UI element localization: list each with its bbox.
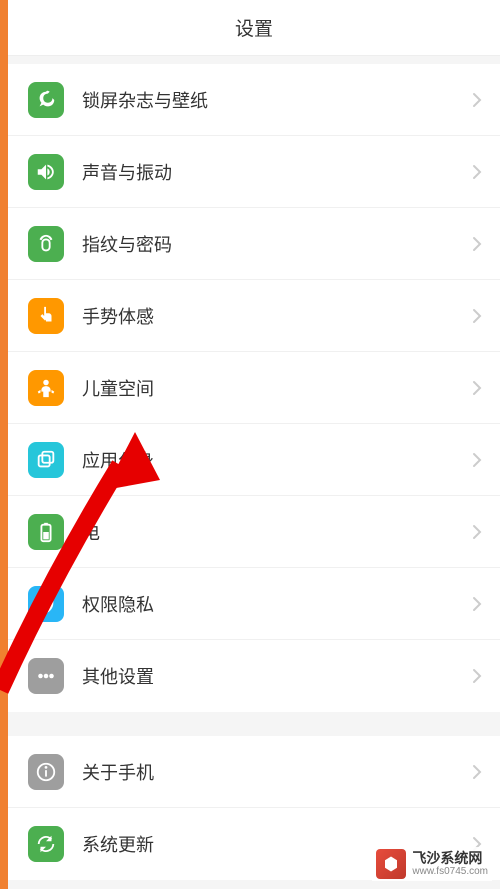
settings-item-label: 儿童空间 — [82, 375, 472, 401]
settings-item-label: 锁屏杂志与壁纸 — [82, 87, 472, 113]
clone-icon — [28, 442, 64, 478]
watermark-url: www.fs0745.com — [412, 866, 488, 878]
privacy-icon — [28, 586, 64, 622]
settings-item-gesture[interactable]: 手势体感 — [8, 280, 500, 352]
settings-item-label: 其他设置 — [82, 663, 472, 689]
chevron-right-icon — [472, 524, 482, 540]
chevron-right-icon — [472, 452, 482, 468]
battery-icon — [28, 514, 64, 550]
child-icon — [28, 370, 64, 406]
settings-item-label: 声音与振动 — [82, 159, 472, 185]
settings-header: 设置 — [8, 0, 500, 56]
settings-item-clone[interactable]: 应用分身 — [8, 424, 500, 496]
wallpaper-icon — [28, 82, 64, 118]
chevron-right-icon — [472, 380, 482, 396]
chevron-right-icon — [472, 308, 482, 324]
page-title: 设置 — [235, 14, 273, 41]
settings-item-battery[interactable]: 电 — [8, 496, 500, 568]
watermark-logo-icon — [376, 849, 406, 879]
watermark: 飞沙系统网 www.fs0745.com — [372, 847, 492, 881]
settings-item-label: 关于手机 — [82, 759, 472, 785]
settings-item-fingerprint[interactable]: 指纹与密码 — [8, 208, 500, 280]
settings-item-more[interactable]: 其他设置 — [8, 640, 500, 712]
settings-item-sound[interactable]: 声音与振动 — [8, 136, 500, 208]
sound-icon — [28, 154, 64, 190]
gesture-icon — [28, 298, 64, 334]
chevron-right-icon — [472, 164, 482, 180]
chevron-right-icon — [472, 596, 482, 612]
fingerprint-icon — [28, 226, 64, 262]
settings-item-label: 应用分身 — [82, 447, 472, 473]
chevron-right-icon — [472, 236, 482, 252]
about-icon — [28, 754, 64, 790]
more-icon — [28, 658, 64, 694]
settings-item-privacy[interactable]: 权限隐私 — [8, 568, 500, 640]
settings-item-about[interactable]: 关于手机 — [8, 736, 500, 808]
chevron-right-icon — [472, 764, 482, 780]
chevron-right-icon — [472, 92, 482, 108]
settings-item-wallpaper[interactable]: 锁屏杂志与壁纸 — [8, 64, 500, 136]
settings-item-label: 电 — [82, 519, 472, 545]
settings-section-1: 锁屏杂志与壁纸声音与振动指纹与密码手势体感儿童空间应用分身电权限隐私其他设置 — [8, 64, 500, 712]
settings-item-label: 权限隐私 — [82, 591, 472, 617]
settings-item-label: 指纹与密码 — [82, 231, 472, 257]
watermark-title: 飞沙系统网 — [412, 850, 488, 867]
update-icon — [28, 826, 64, 862]
settings-item-child[interactable]: 儿童空间 — [8, 352, 500, 424]
chevron-right-icon — [472, 668, 482, 684]
settings-item-label: 手势体感 — [82, 303, 472, 329]
